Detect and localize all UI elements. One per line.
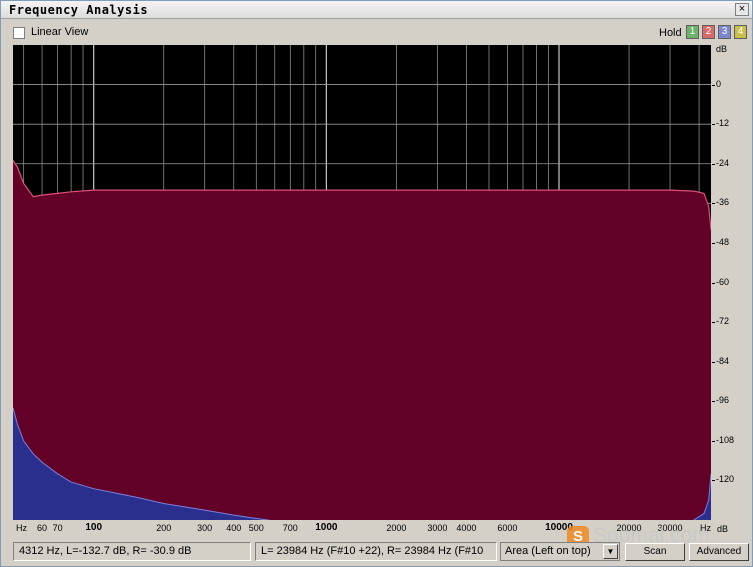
hold-button-4[interactable]: 4 bbox=[734, 25, 747, 39]
db-tick-mark bbox=[712, 203, 715, 205]
db-tick-mark bbox=[712, 242, 715, 244]
view-mode-value: Area (Left on top) bbox=[505, 545, 591, 557]
hz-tick-label: 200 bbox=[156, 523, 172, 533]
db-tick-mark bbox=[712, 322, 715, 324]
hz-tick-label: 70 bbox=[52, 523, 63, 533]
hold-label: Hold bbox=[659, 27, 682, 39]
linear-view-label[interactable]: Linear View bbox=[31, 26, 88, 38]
hz-tick-label: 500 bbox=[248, 523, 264, 533]
spectrum-svg bbox=[13, 45, 711, 520]
chevron-down-icon[interactable]: ▼ bbox=[603, 544, 618, 559]
db-tick-label: -48 bbox=[716, 236, 730, 247]
hz-tick-label: 300 bbox=[197, 523, 213, 533]
db-tick-mark bbox=[712, 440, 715, 442]
db-tick-label: -120 bbox=[716, 474, 735, 485]
db-tick-mark bbox=[712, 163, 715, 165]
db-tick-mark bbox=[712, 401, 715, 403]
scan-button[interactable]: Scan bbox=[625, 543, 685, 561]
hz-tick-label: 4000 bbox=[456, 523, 477, 533]
db-tick-label: -84 bbox=[716, 355, 730, 366]
db-tick-label: -36 bbox=[716, 197, 730, 208]
cursor-readout: 4312 Hz, L=-132.7 dB, R= -30.9 dB bbox=[13, 542, 251, 561]
db-tick-label: -108 bbox=[716, 434, 735, 445]
hz-tick-label: 2000 bbox=[386, 523, 407, 533]
db-tick-mark bbox=[712, 84, 715, 86]
hz-tick-label: 400 bbox=[226, 523, 242, 533]
window-title: Frequency Analysis bbox=[9, 3, 149, 17]
spectrum-plot[interactable] bbox=[13, 45, 711, 520]
db-tick-mark bbox=[712, 124, 715, 126]
view-mode-dropdown[interactable]: Area (Left on top) ▼ bbox=[500, 542, 620, 561]
hold-button-1[interactable]: 1 bbox=[686, 25, 699, 39]
linear-view-checkbox[interactable] bbox=[13, 27, 25, 39]
status-bar: 4312 Hz, L=-132.7 dB, R= -30.9 dB L= 239… bbox=[1, 539, 752, 566]
hold-button-2[interactable]: 2 bbox=[702, 25, 715, 39]
db-tick-mark bbox=[712, 282, 715, 284]
db-tick-label: -24 bbox=[716, 157, 730, 168]
db-tick-label: -96 bbox=[716, 395, 730, 406]
db-unit-label: dB bbox=[716, 44, 728, 54]
db-scale: dB 0 -12 -24 -36 -48 -60 -72 -84 -96 -108 -120 bbox=[712, 44, 752, 520]
hz-unit-left: Hz bbox=[16, 523, 27, 533]
series-right-area bbox=[13, 160, 711, 520]
frequency-analysis-window: Frequency Analysis × Linear View Hold 1 … bbox=[0, 0, 753, 567]
close-icon[interactable]: × bbox=[735, 3, 749, 16]
hz-tick-label: 100 bbox=[85, 522, 103, 533]
hold-button-3[interactable]: 3 bbox=[718, 25, 731, 39]
title-bar[interactable]: Frequency Analysis × bbox=[1, 1, 752, 19]
hz-tick-label: 3000 bbox=[427, 523, 448, 533]
db-tick-label: 0 bbox=[716, 78, 722, 89]
hz-tick-label: 700 bbox=[282, 523, 298, 533]
peak-readout: L= 23984 Hz (F#10 +22), R= 23984 Hz (F#1… bbox=[255, 542, 497, 561]
toolbar: Linear View Hold 1 2 3 4 bbox=[1, 20, 752, 44]
db-tick-mark bbox=[712, 361, 715, 363]
db-tick-label: -72 bbox=[716, 316, 730, 327]
hz-tick-label: 6000 bbox=[497, 523, 518, 533]
hz-tick-label: 1000 bbox=[315, 522, 338, 533]
db-tick-label: -60 bbox=[716, 276, 730, 287]
advanced-button[interactable]: Advanced bbox=[689, 543, 749, 561]
hz-tick-label: 60 bbox=[37, 523, 48, 533]
db-tick-mark bbox=[712, 480, 715, 482]
db-tick-label: -12 bbox=[716, 118, 730, 129]
